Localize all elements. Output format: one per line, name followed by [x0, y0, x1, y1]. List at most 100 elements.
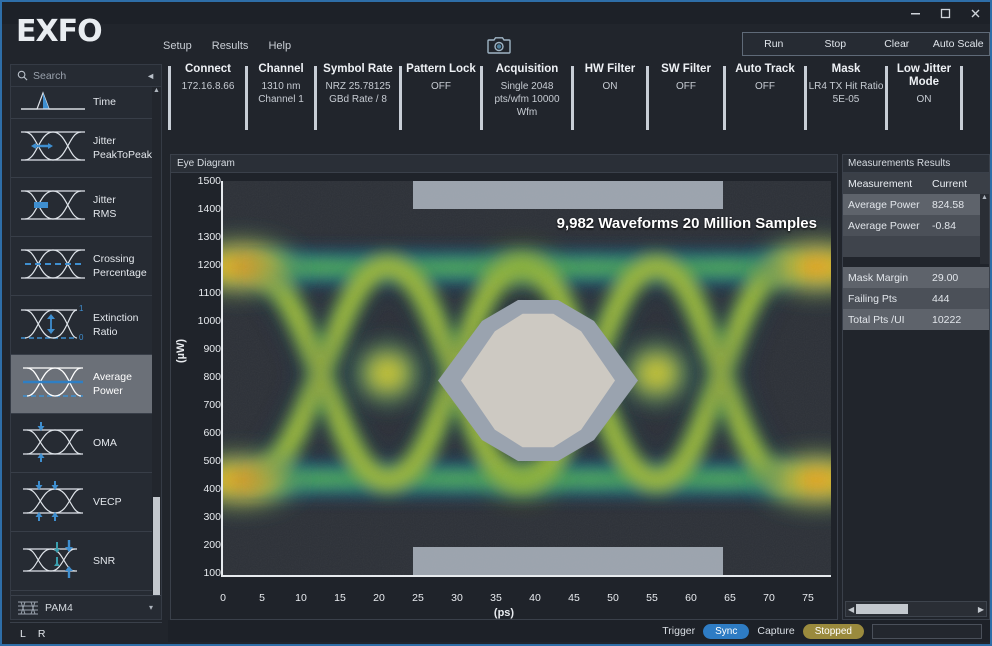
title-bar: [2, 2, 990, 24]
x-tick: 35: [490, 592, 502, 604]
y-tick: 1100: [198, 287, 221, 299]
table-row[interactable]: Total Pts /UI 10222: [843, 309, 989, 330]
application-window: EXFO Setup Results Help Run Stop Clear A…: [0, 0, 992, 646]
search-input[interactable]: Search: [33, 70, 141, 82]
close-icon: [970, 8, 981, 19]
status-cell-hw-filter[interactable]: HW Filter ON: [574, 60, 646, 148]
sidebar-item-oma[interactable]: OMA: [11, 414, 161, 473]
status-cell-connect[interactable]: Connect 172.16.8.66: [171, 60, 245, 148]
table-row[interactable]: Failing Pts 444: [843, 288, 989, 309]
x-tick: 20: [373, 592, 385, 604]
sidebar-item-snr[interactable]: SNR: [11, 532, 161, 591]
x-tick: 30: [451, 592, 463, 604]
status-cell-value: Single 2048 pts/wfm 10000 Wfm: [483, 80, 571, 119]
sidebar-item-crossing-percentage[interactable]: Crossing Percentage: [11, 237, 161, 296]
left-port-button[interactable]: L: [20, 628, 26, 640]
stop-button[interactable]: Stop: [805, 33, 867, 55]
status-cell-auto-track[interactable]: Auto Track OFF: [726, 60, 804, 148]
table-row[interactable]: Average Power 824.58: [843, 194, 989, 215]
status-cell-title: HW Filter: [585, 63, 635, 76]
format-selector[interactable]: PAM4 ▾: [11, 595, 161, 619]
svg-text:0: 0: [79, 333, 84, 342]
status-cell-pattern-lock[interactable]: Pattern Lock OFF: [402, 60, 480, 148]
sidebar-item-label: VECP: [93, 495, 122, 509]
exfo-logo: EXFO: [16, 14, 102, 49]
chevron-left-icon[interactable]: ◄: [146, 71, 155, 81]
y-tick: 1500: [198, 175, 221, 187]
sidebar-scroll-thumb[interactable]: [153, 497, 160, 595]
clear-button[interactable]: Clear: [866, 33, 928, 55]
status-cell-value: ON: [917, 93, 932, 106]
status-cell-value: 1310 nm Channel 1: [248, 80, 314, 106]
trigger-status-badge[interactable]: Sync: [703, 624, 749, 639]
menu-item-setup[interactable]: Setup: [160, 39, 195, 53]
table-header-row: Measurement Current: [843, 173, 989, 194]
eye-er-icon: 1 0: [17, 300, 93, 351]
sidebar-item-label: Average Power: [93, 370, 132, 398]
sidebar-item-time[interactable]: Time: [11, 87, 161, 119]
y-tick: 1300: [198, 231, 221, 243]
sidebar-item-vecp[interactable]: VECP: [11, 473, 161, 532]
x-axis-label: (ps): [171, 607, 837, 619]
cell-measurement: Total Pts /UI: [843, 314, 927, 326]
screenshot-button[interactable]: [487, 35, 511, 60]
x-tick: 50: [607, 592, 619, 604]
results-vertical-scrollbar[interactable]: ▲: [980, 194, 989, 264]
x-tick: 45: [568, 592, 580, 604]
y-tick: 1400: [198, 203, 221, 215]
x-tick: 60: [685, 592, 697, 604]
chevron-down-icon[interactable]: ▾: [149, 603, 153, 612]
status-cell-value: 172.16.8.66: [182, 80, 235, 93]
hscroll-thumb[interactable]: [856, 604, 908, 614]
capture-status-badge[interactable]: Stopped: [803, 624, 864, 639]
scroll-up-icon[interactable]: ▲: [153, 87, 160, 95]
minimize-button[interactable]: [900, 3, 930, 23]
status-cell-sw-filter[interactable]: SW Filter OFF: [649, 60, 723, 148]
y-tick: 600: [203, 427, 221, 439]
status-cell-low-jitter-mode[interactable]: Low Jitter Mode ON: [888, 60, 960, 148]
eye-crossing-icon: [17, 242, 93, 291]
maximize-button[interactable]: [930, 3, 960, 23]
x-tick: 15: [334, 592, 346, 604]
menu-item-help[interactable]: Help: [265, 39, 294, 53]
search-row[interactable]: Search ◄: [11, 65, 161, 87]
eye-diagram-title: Eye Diagram: [177, 158, 235, 169]
status-cell-title: Channel: [258, 63, 303, 76]
sidebar-item-jitter-peaktopeak[interactable]: Jitter PeakToPeak: [11, 119, 161, 178]
status-cell-channel[interactable]: Channel 1310 nm Channel 1: [248, 60, 314, 148]
table-row-blank[interactable]: [843, 236, 989, 257]
status-cell-mask[interactable]: Mask LR4 TX Hit Ratio 5E-05: [807, 60, 885, 148]
histogram-icon: [17, 87, 93, 118]
status-cell-value: OFF: [755, 80, 775, 93]
sidebar-item-jitter-rms[interactable]: Jitter RMS: [11, 178, 161, 237]
status-cell-symbol-rate[interactable]: Symbol Rate NRZ 25.78125 GBd Rate / 8: [317, 60, 399, 148]
auto-scale-button[interactable]: Auto Scale: [928, 33, 990, 55]
x-tick: 40: [529, 592, 541, 604]
status-cell-acquisition[interactable]: Acquisition Single 2048 pts/wfm 10000 Wf…: [483, 60, 571, 148]
table-row-gap: [843, 257, 989, 267]
results-horizontal-scrollbar[interactable]: ◀ ▶: [845, 601, 987, 617]
x-tick: 75: [802, 592, 814, 604]
hscroll-track[interactable]: [854, 604, 978, 614]
eye-diagram-canvas[interactable]: 9,982 Waveforms 20 Million Samples: [221, 181, 831, 577]
eye-diagram-header: Eye Diagram: [171, 155, 837, 173]
sidebar-item-average-power[interactable]: Average Power: [11, 355, 161, 414]
measurement-list: Time Jitter PeakToPeak: [11, 87, 161, 595]
run-button[interactable]: Run: [743, 33, 805, 55]
sidebar-item-label: Crossing Percentage: [93, 252, 147, 280]
waveform-count-annotation: 9,982 Waveforms 20 Million Samples: [557, 215, 817, 232]
right-port-button[interactable]: R: [38, 628, 46, 640]
close-button[interactable]: [960, 3, 990, 23]
table-row[interactable]: Average Power -0.84: [843, 215, 989, 236]
menu-item-results[interactable]: Results: [209, 39, 252, 53]
eye-diagram-plot[interactable]: (µW) 1500 1400 1300 1200 1100 1000 900 8…: [171, 173, 837, 620]
scroll-right-icon[interactable]: ▶: [978, 605, 984, 614]
scroll-up-icon[interactable]: ▲: [981, 194, 988, 201]
sidebar-item-extinction-ratio[interactable]: 1 0 Extinction Ratio: [11, 296, 161, 355]
sidebar-item-label: Extinction Ratio: [93, 311, 139, 339]
cell-measurement: Average Power: [843, 199, 927, 211]
y-tick: 900: [203, 343, 221, 355]
x-tick: 25: [412, 592, 424, 604]
measurement-sidebar: Search ◄ Time: [10, 64, 162, 620]
table-row[interactable]: Mask Margin 29.00: [843, 267, 989, 288]
